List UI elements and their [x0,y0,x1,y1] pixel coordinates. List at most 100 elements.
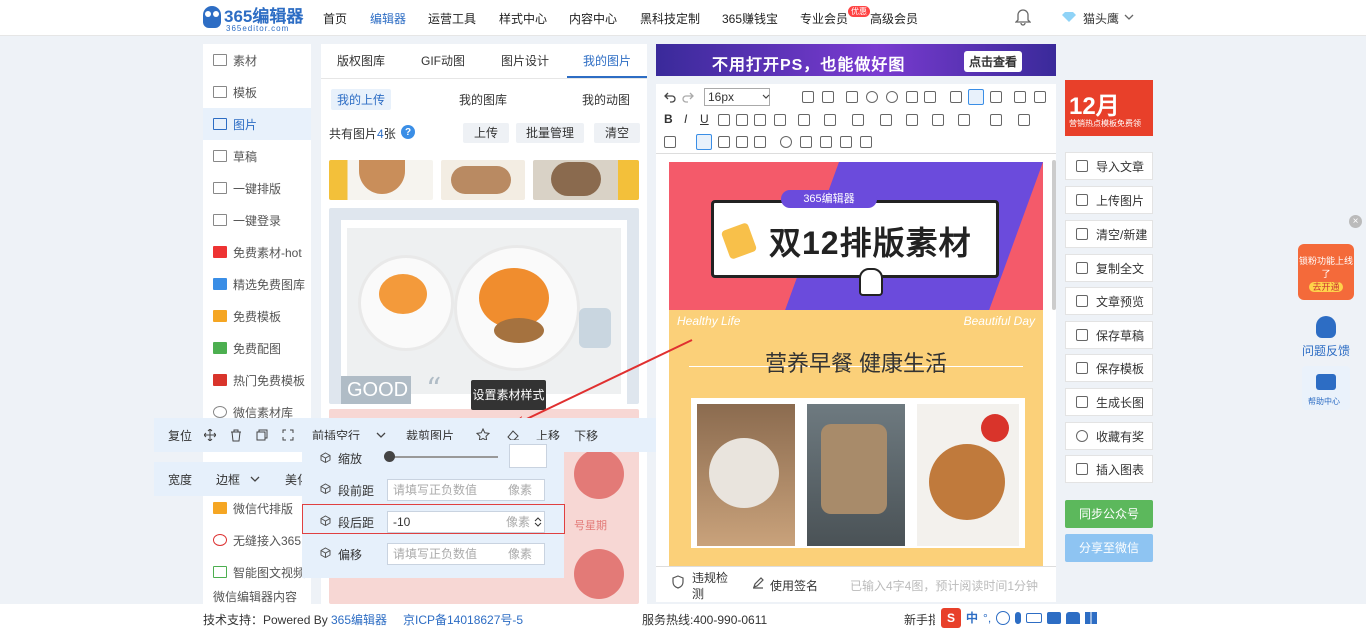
circle-icon[interactable] [886,91,898,103]
strikethrough-icon[interactable] [718,114,730,126]
border-icon[interactable] [774,114,786,126]
thumbnail-2[interactable] [441,160,525,200]
fullscreen-icon[interactable] [282,429,294,441]
punctuation-icon[interactable]: °, [983,611,991,625]
keyboard-icon[interactable] [1026,612,1043,623]
december-ad[interactable]: 12月 营销热点模板免费领 [1065,80,1153,136]
line-spacing-icon[interactable] [906,114,918,126]
nav-style-center[interactable]: 样式中心 [499,10,547,27]
music-icon[interactable] [780,136,792,148]
mic-icon[interactable] [1015,611,1022,624]
font-size-down-icon[interactable] [924,91,936,103]
nav-senior-member[interactable]: 高级会员 [870,10,918,27]
sidebar-item-free-gallery[interactable]: 精选免费图库 [203,268,311,300]
tab-copyright-gallery[interactable]: 版权图库 [321,44,401,78]
sidebar-item-draft[interactable]: 草稿 [203,140,311,172]
image-insert-icon[interactable] [840,136,852,148]
width-button[interactable]: 宽度 [168,471,192,488]
long-image-button[interactable]: 生成长图 [1065,388,1153,416]
sidebar-item-free-material[interactable]: 免费素材-hot [203,236,311,268]
scale-slider-track[interactable] [388,456,498,458]
sidebar-item-material[interactable]: 素材 [203,44,311,76]
grid-icon[interactable] [860,136,872,148]
clear-button[interactable]: 清空 [594,123,640,143]
chevron-down-icon[interactable] [1124,13,1134,21]
align-right-icon[interactable] [736,136,748,148]
sogou-icon[interactable]: S [941,607,961,628]
tab-my-images[interactable]: 我的图片 [567,44,647,78]
italic-icon[interactable]: I [684,112,687,126]
bullet-list-icon[interactable] [990,114,1002,126]
nav-pro-member[interactable]: 专业会员 [800,10,848,27]
superscript-icon[interactable] [754,114,766,126]
paste-icon[interactable] [950,91,962,103]
text-clear-icon[interactable] [1034,91,1046,103]
redo-icon[interactable] [682,91,694,103]
chevron-down-icon[interactable] [250,475,260,483]
import-article-button[interactable]: 导入文章 [1065,152,1153,180]
scale-input[interactable] [509,444,547,468]
align-left-icon[interactable] [696,134,712,150]
sidebar-item-template[interactable]: 模板 [203,76,311,108]
highlight-icon[interactable] [824,114,836,126]
sidebar-item-seamless[interactable]: 无缝接入365 [203,524,311,556]
subtab-my-gallery[interactable]: 我的图库 [459,91,507,108]
upload-image-button[interactable]: 上传图片 [1065,186,1153,214]
clear-new-button[interactable]: 清空/新建 [1065,220,1153,248]
align-justify-icon[interactable] [754,136,766,148]
nav-editor[interactable]: 编辑器 [370,10,406,27]
clear-format-icon[interactable] [822,91,834,103]
ime-lang[interactable]: 中 [966,609,978,626]
underline-icon[interactable]: U [700,112,709,126]
format-brush-icon[interactable] [802,91,814,103]
float-ad[interactable]: 锁粉功能上线了 去开通 [1298,244,1354,300]
sidebar-item-free-template[interactable]: 免费模板 [203,300,311,332]
thumbnail-1[interactable] [329,160,433,200]
sidebar-item-free-picture[interactable]: 免费配图 [203,332,311,364]
undo-icon[interactable] [664,91,676,103]
emoji-icon[interactable] [866,91,878,103]
smile-icon[interactable] [996,610,1011,625]
help-icon[interactable]: ? [401,125,415,139]
tab-gif[interactable]: GIF动图 [403,44,483,78]
tab-image-design[interactable]: 图片设计 [485,44,565,78]
move-down-button[interactable]: 下移 [574,427,598,444]
signature-link[interactable]: 使用签名 [770,577,818,594]
border-button[interactable]: 边框 [216,471,240,488]
powered-link[interactable]: 365编辑器 [331,611,387,628]
spacing-before-input[interactable]: 请填写正负数值 像素 [387,479,545,501]
scale-slider-thumb[interactable] [384,451,395,462]
block-left-icon[interactable] [968,89,984,105]
subtab-my-gifs[interactable]: 我的动图 [582,91,630,108]
preview-button[interactable]: 文章预览 [1065,287,1153,315]
bell-icon[interactable] [1015,9,1031,26]
grid-menu-icon[interactable] [1085,611,1098,624]
spacing-after-input[interactable]: -10 像素 [387,511,545,533]
offset-input[interactable]: 请填写正负数值 像素 [387,543,545,565]
block-right-icon[interactable] [990,91,1002,103]
text-style-icon[interactable] [1014,91,1026,103]
logo[interactable]: 365编辑器 365editor.com [203,6,303,33]
indent-icon[interactable] [852,114,864,126]
letter-spacing-icon[interactable] [958,114,970,126]
beautify-button[interactable]: 美化 [285,471,302,488]
skin-icon[interactable] [1047,611,1062,624]
insert-chart-button[interactable]: 插入图表 [1065,455,1153,483]
spinner-icon[interactable] [534,516,542,528]
numbered-list-icon[interactable] [1018,114,1030,126]
icp-link[interactable]: 京ICP备14018627号-5 [403,611,523,628]
subscript-icon[interactable] [736,114,748,126]
move-icon[interactable] [204,429,217,441]
bold-icon[interactable]: B [664,112,673,126]
thumbnail-3[interactable] [533,160,639,200]
float-ad-button[interactable]: 去开通 [1309,282,1343,292]
font-size-select[interactable]: 16px [704,88,770,106]
nav-home[interactable]: 首页 [323,10,347,27]
nav-custom[interactable]: 黑科技定制 [640,10,700,27]
save-draft-button[interactable]: 保存草稿 [1065,321,1153,349]
video-insert-icon[interactable] [800,136,812,148]
link-icon[interactable] [846,91,858,103]
font-color-icon[interactable] [798,114,810,126]
compliance-check-link[interactable]: 违规检测 [692,570,734,602]
table-icon[interactable] [880,114,892,126]
